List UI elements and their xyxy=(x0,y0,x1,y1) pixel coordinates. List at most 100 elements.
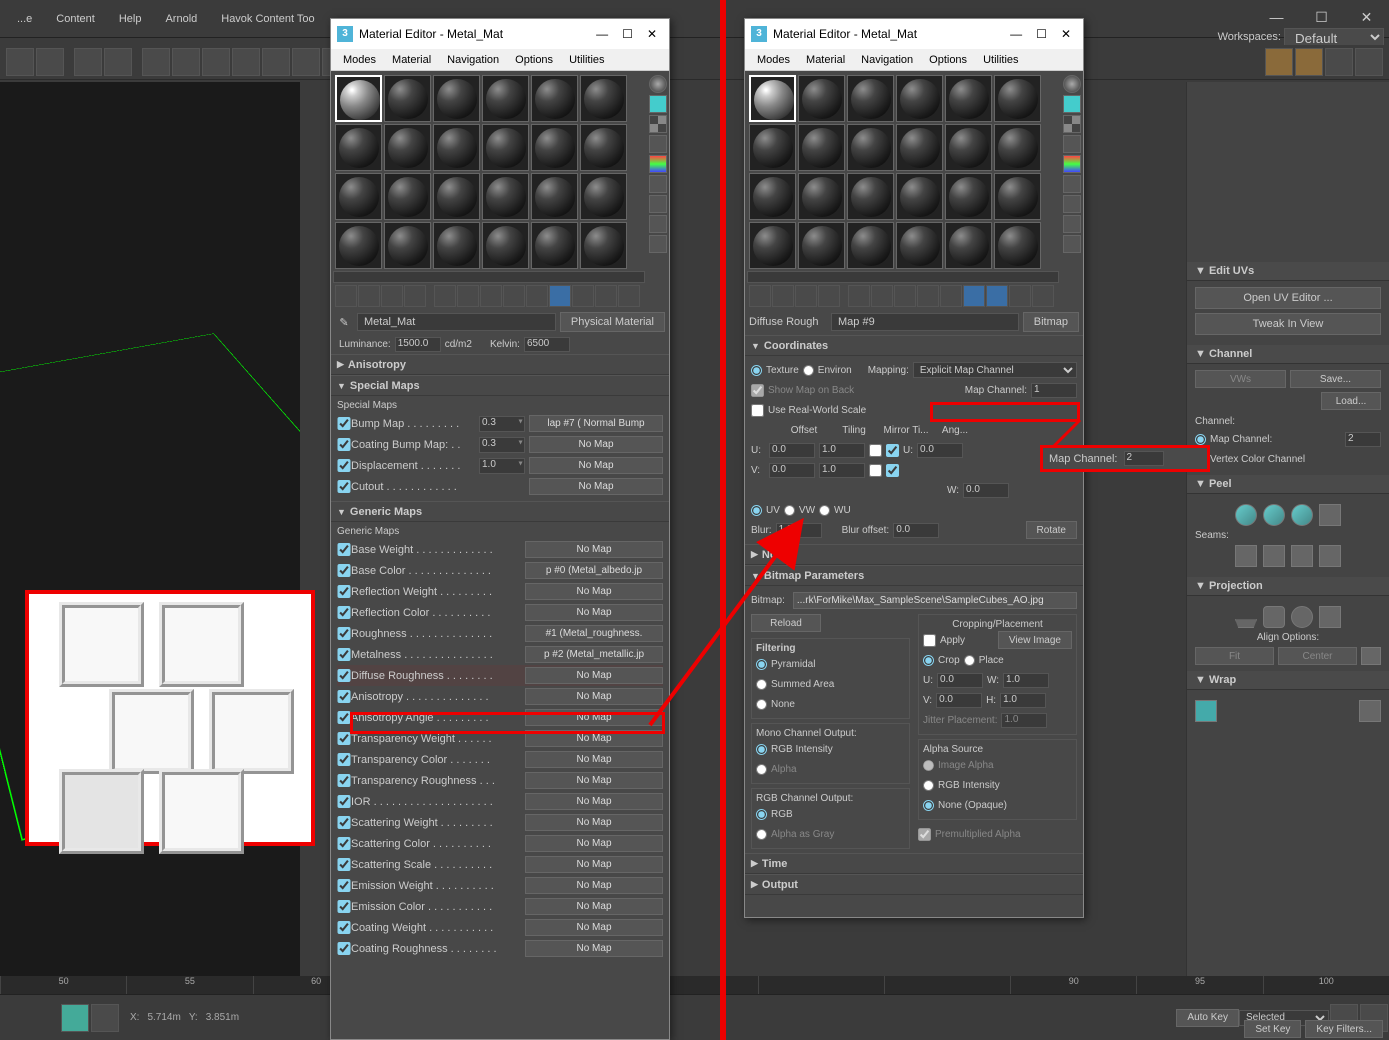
blur-offset-spinner[interactable]: 0.0 xyxy=(893,523,939,538)
map-channel-spinner[interactable]: 1 xyxy=(1031,383,1077,398)
titlebar[interactable]: 3 Material Editor - Metal_Mat — ☐ ✕ xyxy=(331,19,669,49)
sample-slot[interactable] xyxy=(798,173,845,220)
map-enable-check[interactable] xyxy=(337,627,351,640)
sample-slot[interactable] xyxy=(749,75,796,122)
material-name-input[interactable] xyxy=(357,313,556,331)
rollout-header[interactable]: ▶Output xyxy=(745,875,1083,895)
map-enable-check[interactable] xyxy=(337,417,351,430)
map-enable-check[interactable] xyxy=(337,879,351,892)
sample-slot[interactable] xyxy=(433,75,480,122)
w-angle[interactable]: 0.0 xyxy=(963,483,1009,498)
material-type-button[interactable]: Physical Material xyxy=(560,312,665,332)
tweak-in-view-button[interactable]: Tweak In View xyxy=(1195,313,1381,335)
me-toolbar-button[interactable] xyxy=(795,285,817,307)
me-toolbar-button[interactable] xyxy=(358,285,380,307)
reload-button[interactable]: Reload xyxy=(751,614,821,632)
me-toolbar-button[interactable] xyxy=(986,285,1008,307)
real-world-check[interactable] xyxy=(751,404,764,417)
menu-navigation[interactable]: Navigation xyxy=(853,54,921,66)
sample-slot[interactable] xyxy=(994,75,1041,122)
channel-header[interactable]: ▼ Channel xyxy=(1187,345,1389,364)
peel-icon[interactable] xyxy=(1291,504,1313,526)
sample-slot[interactable] xyxy=(798,222,845,269)
toolbar-button[interactable] xyxy=(6,48,34,76)
sample-slot[interactable] xyxy=(482,124,529,171)
close-button[interactable]: ✕ xyxy=(1344,3,1389,31)
menu-item[interactable]: Content xyxy=(44,9,107,29)
menu-material[interactable]: Material xyxy=(798,54,853,66)
map-slot-button[interactable]: No Map xyxy=(525,583,663,600)
map-slot-button[interactable]: No Map xyxy=(525,877,663,894)
sample-slot[interactable] xyxy=(482,222,529,269)
me-toolbar-button[interactable] xyxy=(772,285,794,307)
sample-slot[interactable] xyxy=(580,173,627,220)
sample-slot[interactable] xyxy=(994,124,1041,171)
sample-tool[interactable] xyxy=(1063,235,1081,253)
map-enable-check[interactable] xyxy=(337,606,351,619)
workspace-select[interactable]: Default xyxy=(1284,28,1384,46)
map-enable-check[interactable] xyxy=(337,543,351,556)
sample-tool[interactable] xyxy=(649,155,667,173)
sample-slot[interactable] xyxy=(945,173,992,220)
peel-icon[interactable] xyxy=(1263,504,1285,526)
sample-slot[interactable] xyxy=(335,124,382,171)
me-toolbar-button[interactable] xyxy=(917,285,939,307)
map-enable-check[interactable] xyxy=(337,837,351,850)
crop-w[interactable]: 1.0 xyxy=(1003,673,1049,688)
sample-slot[interactable] xyxy=(482,173,529,220)
sample-slot[interactable] xyxy=(433,124,480,171)
map-enable-check[interactable] xyxy=(337,816,351,829)
me-toolbar-button[interactable] xyxy=(963,285,985,307)
map-slot-button[interactable]: p #0 (Metal_albedo.jp xyxy=(525,562,663,579)
menu-item[interactable]: ...e xyxy=(5,9,44,29)
map-amount-spinner[interactable]: 0.3 xyxy=(479,416,525,432)
seam-icon[interactable] xyxy=(1291,545,1313,567)
rotate-button[interactable]: Rotate xyxy=(1026,521,1077,539)
mapping-select[interactable]: Explicit Map Channel xyxy=(913,362,1077,378)
wrap-icon[interactable] xyxy=(1195,700,1217,722)
map-enable-check[interactable] xyxy=(337,900,351,913)
crop-u[interactable]: 0.0 xyxy=(937,673,983,688)
toolbar-button[interactable] xyxy=(104,48,132,76)
time-ruler[interactable]: 505560659095100 xyxy=(0,976,1389,994)
minimize-button[interactable]: — xyxy=(596,27,608,41)
toolbar-button[interactable] xyxy=(202,48,230,76)
map-slot-button[interactable]: No Map xyxy=(529,478,663,495)
map-enable-check[interactable] xyxy=(337,564,351,577)
sample-slot[interactable] xyxy=(945,124,992,171)
map-amount-spinner[interactable]: 1.0 xyxy=(479,458,525,474)
me-toolbar-button[interactable] xyxy=(618,285,640,307)
map-slot-button[interactable]: No Map xyxy=(525,604,663,621)
edit-uvs-header[interactable]: ▼ Edit UVs xyxy=(1187,262,1389,281)
map-slot-button[interactable]: No Map xyxy=(525,667,663,684)
luminance-value[interactable]: 1500.0 xyxy=(395,337,441,352)
toolbar-button[interactable] xyxy=(36,48,64,76)
u-angle[interactable]: 0.0 xyxy=(917,443,963,458)
me-toolbar-button[interactable] xyxy=(871,285,893,307)
rgb-radio[interactable] xyxy=(756,809,767,820)
toolbar-button[interactable] xyxy=(232,48,260,76)
sample-slot[interactable] xyxy=(945,75,992,122)
menu-navigation[interactable]: Navigation xyxy=(439,54,507,66)
u-mirror[interactable] xyxy=(869,444,882,457)
peel-icon[interactable] xyxy=(1319,504,1341,526)
titlebar[interactable]: 3 Material Editor - Metal_Mat — ☐ ✕ xyxy=(745,19,1083,49)
me-toolbar-button[interactable] xyxy=(381,285,403,307)
v-offset[interactable]: 0.0 xyxy=(769,463,815,478)
rollout-header[interactable]: ▶Time xyxy=(745,854,1083,874)
toolbar-button[interactable] xyxy=(74,48,102,76)
me-toolbar-button[interactable] xyxy=(1009,285,1031,307)
sample-tool[interactable] xyxy=(1063,95,1081,113)
v-tile[interactable] xyxy=(886,464,899,477)
v-tiling[interactable]: 1.0 xyxy=(819,463,865,478)
sample-tool[interactable] xyxy=(649,135,667,153)
sample-slot[interactable] xyxy=(994,222,1041,269)
sample-slot[interactable] xyxy=(847,173,894,220)
u-tiling[interactable]: 1.0 xyxy=(819,443,865,458)
crop-radio[interactable] xyxy=(923,655,934,666)
minimize-button[interactable]: — xyxy=(1010,27,1022,41)
open-uv-editor-button[interactable]: Open UV Editor ... xyxy=(1195,287,1381,309)
rollout-header[interactable]: ▶Anisotropy xyxy=(331,355,669,375)
sample-tool[interactable] xyxy=(649,75,667,93)
close-button[interactable]: ✕ xyxy=(647,27,657,41)
